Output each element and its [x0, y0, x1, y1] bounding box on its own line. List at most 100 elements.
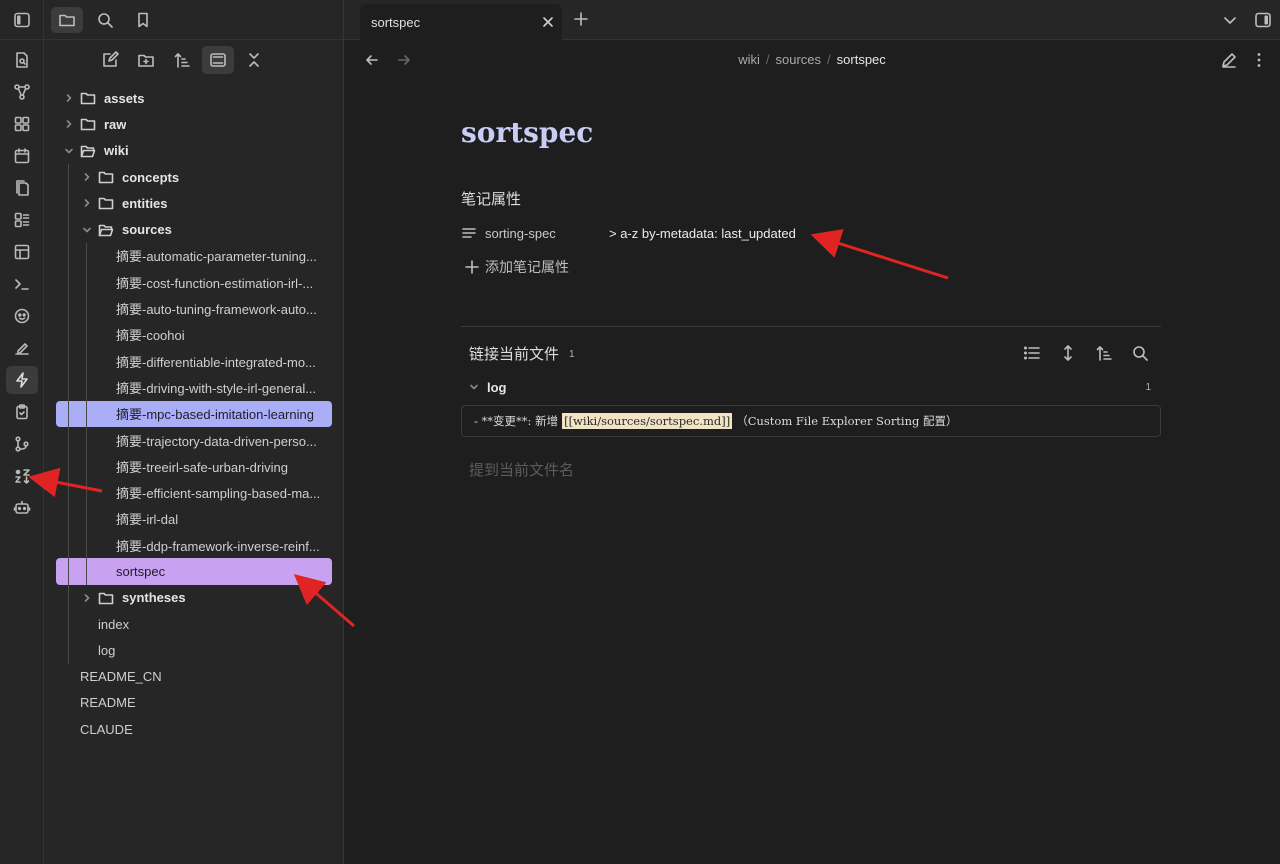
view-header: wiki / sources / sortspec	[344, 40, 1280, 80]
tree-item-label: 摘要-mpc-based-imitation-learning	[116, 407, 314, 423]
files-tab-icon[interactable]	[51, 6, 83, 33]
git-icon[interactable]	[6, 430, 38, 458]
file-index[interactable]: index	[44, 611, 344, 637]
folder-sources[interactable]: sources	[44, 216, 344, 242]
tab-sortspec[interactable]: sortspec	[360, 4, 562, 40]
chevron-down-icon[interactable]	[1222, 12, 1238, 28]
folder-wiki[interactable]: wiki	[44, 138, 344, 164]
backlink-result[interactable]: - **变更**: 新增 [[wiki/sources/sortspec.md]…	[461, 405, 1161, 437]
file-automatic-parameter-tuning[interactable]: 摘要-automatic-parameter-tuning...	[44, 243, 344, 269]
theme-icon[interactable]	[6, 302, 38, 330]
tree-item-label: 摘要-driving-with-style-irl-general...	[116, 380, 317, 396]
file-readme-cn[interactable]: README_CN	[44, 664, 344, 690]
chevron-right-icon[interactable]	[80, 593, 94, 603]
folder-assets[interactable]: assets	[44, 85, 344, 111]
ribbon-top	[0, 0, 43, 40]
file-irl-dal[interactable]: 摘要-irl-dal	[44, 506, 344, 532]
canvas-icon[interactable]	[6, 110, 38, 138]
properties-heading[interactable]: 笔记属性	[461, 188, 1161, 212]
file-mpc-based-imitation-learning[interactable]: 摘要-mpc-based-imitation-learning	[56, 400, 332, 427]
quick-switcher-icon[interactable]	[6, 46, 38, 74]
chevron-down-icon[interactable]	[469, 382, 479, 392]
sort-icon[interactable]	[6, 462, 38, 490]
file-log[interactable]: log	[44, 637, 344, 663]
folder-icon	[98, 591, 114, 605]
new-folder-icon[interactable]	[130, 46, 162, 74]
chevron-right-icon[interactable]	[62, 119, 76, 129]
indent-guide	[68, 163, 69, 664]
templates-icon[interactable]	[6, 174, 38, 202]
file-coohoi[interactable]: 摘要-coohoi	[44, 322, 344, 348]
breadcrumb-current[interactable]: sortspec	[837, 52, 886, 67]
tree-item-label: sources	[122, 222, 172, 238]
clipboard-icon[interactable]	[6, 398, 38, 426]
zap-icon[interactable]	[5, 366, 38, 394]
chevron-right-icon[interactable]	[80, 172, 94, 182]
chevron-right-icon[interactable]	[62, 93, 76, 103]
tree-item-label: log	[98, 642, 116, 658]
folder-entities[interactable]: entities	[44, 190, 344, 216]
breadcrumb-wiki[interactable]: wiki	[738, 52, 760, 67]
file-readme[interactable]: README	[44, 690, 344, 716]
edit-pencil-icon[interactable]	[1220, 51, 1238, 69]
search-tab-icon[interactable]	[89, 7, 121, 33]
file-treeirl-safe-urban-driving[interactable]: 摘要-treeirl-safe-urban-driving	[44, 453, 344, 479]
tree-item-label: 摘要-treeirl-safe-urban-driving	[116, 459, 288, 475]
slides-icon[interactable]	[6, 206, 38, 234]
unlinked-mentions-placeholder[interactable]: 提到当前文件名	[461, 459, 1161, 480]
breadcrumb-sources[interactable]: sources	[776, 52, 822, 67]
file-cost-function-estimation-irl[interactable]: 摘要-cost-function-estimation-irl-...	[44, 269, 344, 295]
daily-notes-icon[interactable]	[6, 142, 38, 170]
breadcrumb: wiki / sources / sortspec	[344, 52, 1280, 67]
backlink-group-label[interactable]: log	[487, 380, 507, 395]
folder-concepts[interactable]: concepts	[44, 164, 344, 190]
folder-syntheses[interactable]: syntheses	[44, 585, 344, 611]
chevron-right-icon[interactable]	[80, 198, 94, 208]
text-property-icon	[462, 228, 476, 238]
right-sidebar-toggle-icon[interactable]	[1254, 11, 1272, 29]
add-property-button[interactable]: 添加笔记属性	[461, 252, 1161, 282]
file-sortspec[interactable]: sortspec	[56, 558, 332, 585]
folder-icon	[98, 170, 114, 184]
sort-order-icon[interactable]	[166, 46, 198, 74]
tree-item-label: 摘要-efficient-sampling-based-ma...	[116, 486, 321, 502]
backlinks-title[interactable]: 链接当前文件	[461, 343, 559, 364]
file-claude[interactable]: CLAUDE	[44, 716, 344, 742]
folder-raw[interactable]: raw	[44, 111, 344, 137]
auto-reveal-icon[interactable]	[201, 46, 234, 74]
bookmarks-tab-icon[interactable]	[127, 7, 159, 33]
file-auto-tuning-framework-auto[interactable]: 摘要-auto-tuning-framework-auto...	[44, 295, 344, 321]
add-property-label: 添加笔记属性	[485, 259, 569, 275]
collapse-all-icon[interactable]	[238, 46, 270, 74]
tree-item-label: sortspec	[116, 563, 166, 579]
draw-icon[interactable]	[6, 334, 38, 362]
chevron-down-icon[interactable]	[80, 225, 94, 235]
property-value[interactable]: > a-z by-metadata: last_updated	[609, 226, 796, 241]
file-ddp-framework-inverse-reinf[interactable]: 摘要-ddp-framework-inverse-reinf...	[44, 532, 344, 558]
file-trajectory-data-driven-perso[interactable]: 摘要-trajectory-data-driven-perso...	[44, 427, 344, 453]
close-icon[interactable]	[534, 16, 562, 28]
property-key[interactable]: sorting-spec	[461, 225, 609, 241]
expand-vertical-icon[interactable]	[1055, 340, 1081, 366]
tree-item-label: 摘要-coohoi	[116, 328, 185, 344]
file-driving-with-style-irl-general[interactable]: 摘要-driving-with-style-irl-general...	[44, 374, 344, 400]
property-row[interactable]: sorting-spec > a-z by-metadata: last_upd…	[461, 218, 1161, 248]
file-differentiable-integrated-mo[interactable]: 摘要-differentiable-integrated-mo...	[44, 348, 344, 374]
command-palette-icon[interactable]	[6, 270, 38, 298]
graph-view-icon[interactable]	[6, 78, 38, 106]
table-view-icon[interactable]	[6, 238, 38, 266]
list-view-icon[interactable]	[1019, 340, 1045, 366]
sort-order-icon[interactable]	[1091, 340, 1117, 366]
backlink-group-log[interactable]: log 1	[461, 377, 1161, 397]
result-link-highlight[interactable]: [[wiki/sources/sortspec.md]]	[562, 413, 733, 429]
new-note-icon[interactable]	[94, 46, 126, 74]
bot-icon[interactable]	[6, 494, 38, 522]
more-options-icon[interactable]	[1250, 51, 1268, 69]
search-icon[interactable]	[1127, 340, 1153, 366]
tree-item-label: 摘要-trajectory-data-driven-perso...	[116, 433, 317, 449]
note-title[interactable]: sortspec	[461, 100, 1161, 170]
new-tab-icon[interactable]	[572, 10, 590, 28]
file-efficient-sampling-based-ma[interactable]: 摘要-efficient-sampling-based-ma...	[44, 479, 344, 505]
sidebar-toggle-icon[interactable]	[6, 6, 38, 34]
chevron-down-icon[interactable]	[62, 146, 76, 156]
